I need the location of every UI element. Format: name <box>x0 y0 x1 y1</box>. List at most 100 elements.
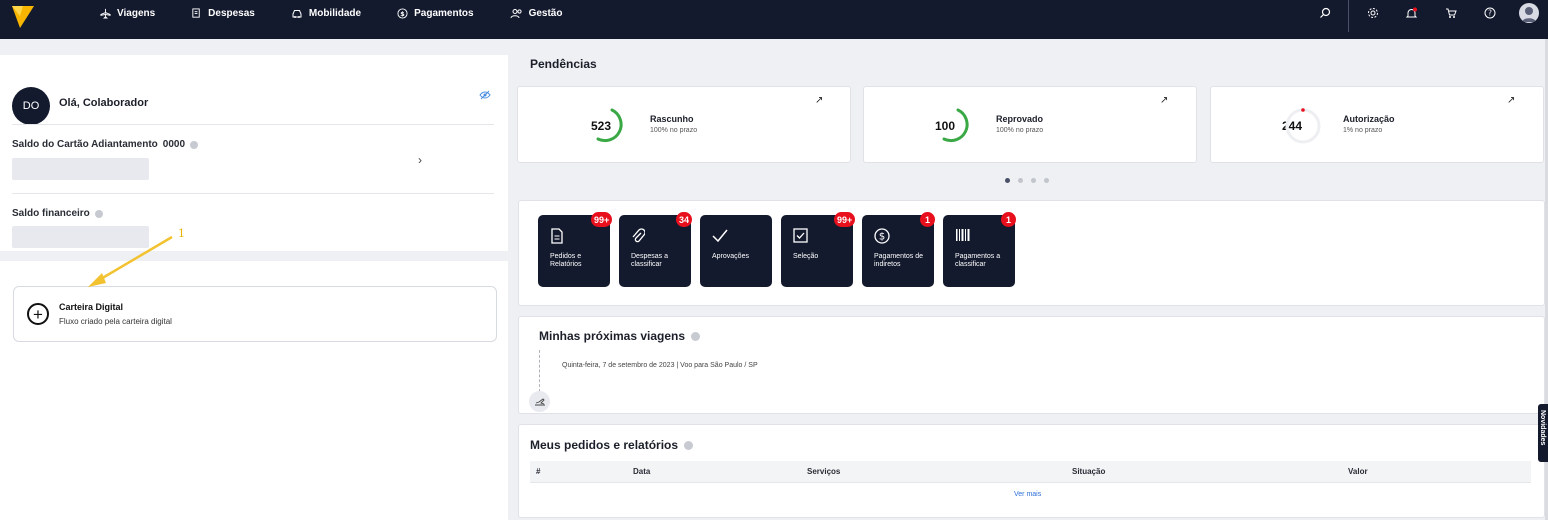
dollar-circle-icon: $ <box>874 228 890 244</box>
count-badge: 99+ <box>834 212 856 227</box>
nav-despesas[interactable]: Despesas <box>191 8 255 19</box>
user-avatar: DO <box>12 87 50 125</box>
count-badge: 99+ <box>591 212 613 227</box>
pedidos-title-text: Meus pedidos e relatórios <box>530 438 679 452</box>
check-icon <box>712 229 728 243</box>
carousel-dot[interactable] <box>1044 178 1049 183</box>
annotation-number: 1 <box>178 227 185 240</box>
progress-ring <box>942 108 969 143</box>
dollar-circle-icon: $ <box>397 7 408 19</box>
user-avatar-icon <box>1518 3 1539 23</box>
cart-button[interactable] <box>1431 7 1470 19</box>
ver-mais-link[interactable]: Ver mais <box>1014 491 1041 498</box>
tile-selecao[interactable]: Seleção 99+ <box>781 212 856 287</box>
gear-icon <box>1367 8 1378 18</box>
svg-text:?: ? <box>1488 9 1492 18</box>
tile-label: Aprovações <box>712 253 749 260</box>
nav-label: Viagens <box>117 7 156 19</box>
top-right-actions: ? <box>1305 0 1548 32</box>
tile-pagamentos-classificar[interactable]: Pagamentos a classificar 1 <box>943 212 1016 287</box>
column-header[interactable]: Situação <box>1072 467 1105 476</box>
svg-text:$: $ <box>400 9 405 17</box>
tile-label: Pagamentos de indiretos <box>874 253 924 268</box>
logo-icon[interactable] <box>12 4 34 28</box>
column-header[interactable]: Data <box>633 467 650 476</box>
top-separator <box>1348 0 1349 32</box>
carousel-pagination <box>1005 178 1049 183</box>
count-badge: 1 <box>920 212 935 227</box>
saldo-cartao-label: Saldo do Cartão Adiantamento 0000 <box>12 139 199 150</box>
column-header[interactable]: Serviços <box>807 467 840 476</box>
pendencia-card-rascunho[interactable]: 523 Rascunho 100% no prazo ↗ <box>517 86 851 163</box>
timeline-line <box>539 350 540 392</box>
left-gap <box>0 39 508 55</box>
viagens-title-text: Minhas próximas viagens <box>539 329 686 343</box>
nav-pagamentos[interactable]: $ Pagamentos <box>397 7 474 19</box>
tile-pagamentos-indiretos[interactable]: $ Pagamentos de indiretos 1 <box>862 212 935 287</box>
pedidos-table-header: # Data Serviços Situação Valor <box>530 461 1531 483</box>
airplane-icon <box>529 391 550 412</box>
pedidos-title: Meus pedidos e relatórios <box>530 438 694 452</box>
tile-label: Pedidos e Relatórios <box>550 253 582 268</box>
count-badge: 34 <box>676 212 693 227</box>
pendencia-sub: 1% no prazo <box>1343 127 1383 134</box>
search-button[interactable] <box>1305 7 1344 19</box>
quick-actions-panel: Pedidos e Relatórios 99+ Despesas a clas… <box>518 200 1545 306</box>
nav-label: Mobilidade <box>308 7 362 19</box>
left-panel: DO Olá, Colaborador Saldo do Cartão Adia… <box>0 39 508 520</box>
trip-item[interactable]: Quinta-feira, 7 de setembro de 2023 | Vo… <box>562 362 758 369</box>
info-icon[interactable] <box>691 331 701 341</box>
tile-despesas-classificar[interactable]: Despesas a classificar 34 <box>619 212 693 287</box>
carousel-dot[interactable] <box>1005 178 1010 183</box>
divider <box>12 124 494 125</box>
user-menu-button[interactable] <box>1509 3 1548 23</box>
column-header[interactable]: Valor <box>1348 467 1368 476</box>
pendencia-card-autorizacao[interactable]: 244 Autorização 1% no prazo ↗ <box>1210 86 1544 163</box>
arrow-up-right-icon[interactable]: ↗ <box>1160 95 1168 106</box>
receipt-icon <box>192 7 200 18</box>
top-navigation-bar: Viagens Despesas Mobilidade $ Pagamentos… <box>0 0 1548 39</box>
pendencia-label: Autorização <box>1343 114 1395 124</box>
info-icon[interactable] <box>94 209 103 218</box>
pendencia-sub: 100% no prazo <box>650 127 698 134</box>
car-icon <box>292 9 302 18</box>
notifications-button[interactable] <box>1392 7 1431 20</box>
bell-icon <box>1405 7 1418 17</box>
progress-ring <box>596 108 623 143</box>
document-icon <box>551 228 563 244</box>
greeting-text: Olá, Colaborador <box>59 97 149 109</box>
novidades-tab[interactable]: Novidades <box>1538 404 1548 462</box>
saldo-cartao-value-loading <box>12 158 149 180</box>
tile-aprovacoes[interactable]: Aprovações <box>700 215 772 287</box>
tile-label: Seleção <box>793 253 819 260</box>
progress-ring <box>1285 108 1321 144</box>
saldo-financeiro-text: Saldo financeiro <box>12 208 90 219</box>
saldo-financeiro-label: Saldo financeiro <box>12 208 103 219</box>
arrow-up-right-icon[interactable]: ↗ <box>815 95 823 106</box>
chevron-right-icon[interactable]: › <box>418 153 422 167</box>
info-icon[interactable] <box>684 440 694 450</box>
nav-mobilidade[interactable]: Mobilidade <box>291 8 361 19</box>
divider <box>12 193 494 194</box>
carteira-subtitle: Fluxo criado pela carteira digital <box>59 317 172 326</box>
nav-gestao[interactable]: Gestão <box>510 7 563 19</box>
profile-card: DO Olá, Colaborador Saldo do Cartão Adia… <box>0 55 508 261</box>
viagens-title: Minhas próximas viagens <box>539 329 701 343</box>
settings-button[interactable] <box>1353 7 1392 19</box>
nav-viagens[interactable]: Viagens <box>100 8 155 19</box>
cart-icon <box>1445 8 1457 18</box>
tile-pedidos-relatorios[interactable]: Pedidos e Relatórios 99+ <box>538 212 613 287</box>
info-icon[interactable] <box>190 140 199 149</box>
pendencia-card-reprovado[interactable]: 100 Reprovado 100% no prazo ↗ <box>863 86 1197 163</box>
novidades-label: Novidades <box>1539 410 1546 446</box>
arrow-up-right-icon[interactable]: ↗ <box>1507 95 1515 106</box>
airplane-icon <box>100 8 111 19</box>
help-button[interactable]: ? <box>1470 7 1509 19</box>
carousel-dot[interactable] <box>1018 178 1023 183</box>
carousel-dot[interactable] <box>1031 178 1036 183</box>
eye-off-icon[interactable] <box>479 90 491 100</box>
svg-text:$: $ <box>879 232 885 243</box>
carteira-title: Carteira Digital <box>59 302 124 312</box>
nav-label: Gestão <box>528 7 563 19</box>
column-header[interactable]: # <box>536 467 540 476</box>
